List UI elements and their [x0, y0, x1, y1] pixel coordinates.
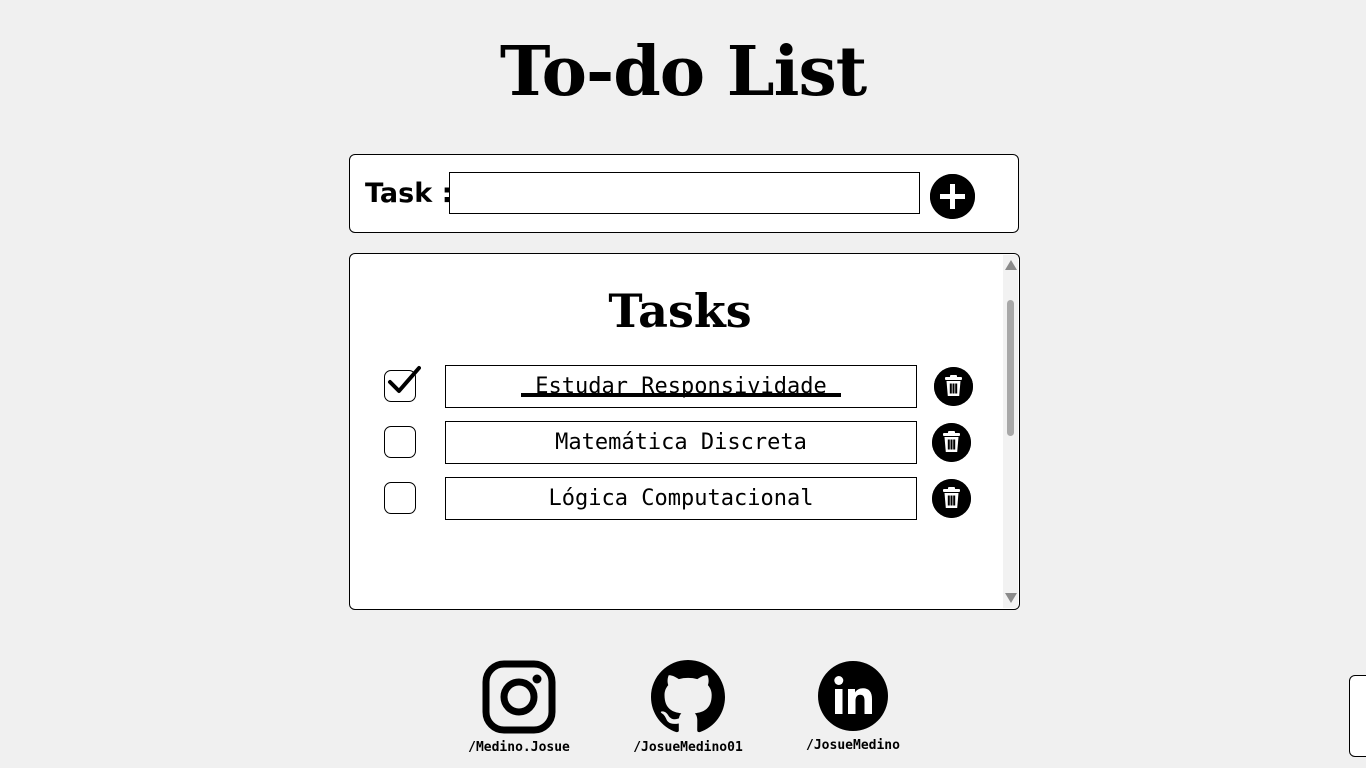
- trash-icon: [932, 423, 971, 462]
- tasks-card: Tasks Estudar Responsividade Matemática …: [349, 253, 1020, 610]
- task-text: Matemática Discreta: [445, 421, 917, 464]
- task-row: Estudar Responsividade: [350, 365, 1010, 409]
- scroll-down-arrow-icon[interactable]: [1005, 593, 1017, 603]
- task-input-card: Task :: [349, 154, 1019, 233]
- add-task-button[interactable]: [930, 174, 975, 219]
- task-label-text: Matemática Discreta: [555, 430, 807, 455]
- scroll-up-arrow-icon[interactable]: [1005, 260, 1017, 270]
- task-text: Estudar Responsividade: [445, 365, 917, 408]
- delete-task-button[interactable]: [934, 367, 973, 406]
- github-handle: /JosueMedino01: [633, 740, 743, 755]
- linkedin-icon: [818, 661, 888, 731]
- instagram-icon: [482, 660, 556, 734]
- github-link[interactable]: /JosueMedino01: [632, 660, 744, 755]
- task-label-text: Lógica Computacional: [548, 486, 814, 511]
- trash-icon: [932, 479, 971, 518]
- trash-icon: [934, 367, 973, 406]
- task-checkbox-checked[interactable]: [384, 366, 421, 402]
- task-row: Lógica Computacional: [350, 477, 1010, 521]
- tasks-title: Tasks: [608, 284, 752, 338]
- instagram-link[interactable]: /Medino.Josue: [466, 660, 572, 755]
- task-text: Lógica Computacional: [445, 477, 917, 520]
- side-panel-tab[interactable]: [1349, 675, 1366, 757]
- task-checkbox[interactable]: [384, 482, 416, 514]
- task-label: Task :: [365, 178, 453, 209]
- strikethrough-line: [521, 393, 841, 397]
- checkmark-icon: [388, 366, 421, 393]
- github-icon: [651, 660, 725, 733]
- scrollbar-thumb[interactable]: [1007, 300, 1014, 436]
- delete-task-button[interactable]: [932, 479, 971, 518]
- tasks-scrollbar[interactable]: [1003, 255, 1018, 608]
- task-input[interactable]: [449, 172, 920, 214]
- linkedin-handle: /JosueMedino: [806, 738, 900, 753]
- task-row: Matemática Discreta: [350, 421, 1010, 465]
- page-title: To-do List: [499, 32, 867, 112]
- delete-task-button[interactable]: [932, 423, 971, 462]
- task-checkbox[interactable]: [384, 426, 416, 458]
- plus-circle-icon: [930, 174, 975, 219]
- linkedin-link[interactable]: /JosueMedino: [804, 660, 902, 753]
- instagram-handle: /Medino.Josue: [468, 740, 570, 755]
